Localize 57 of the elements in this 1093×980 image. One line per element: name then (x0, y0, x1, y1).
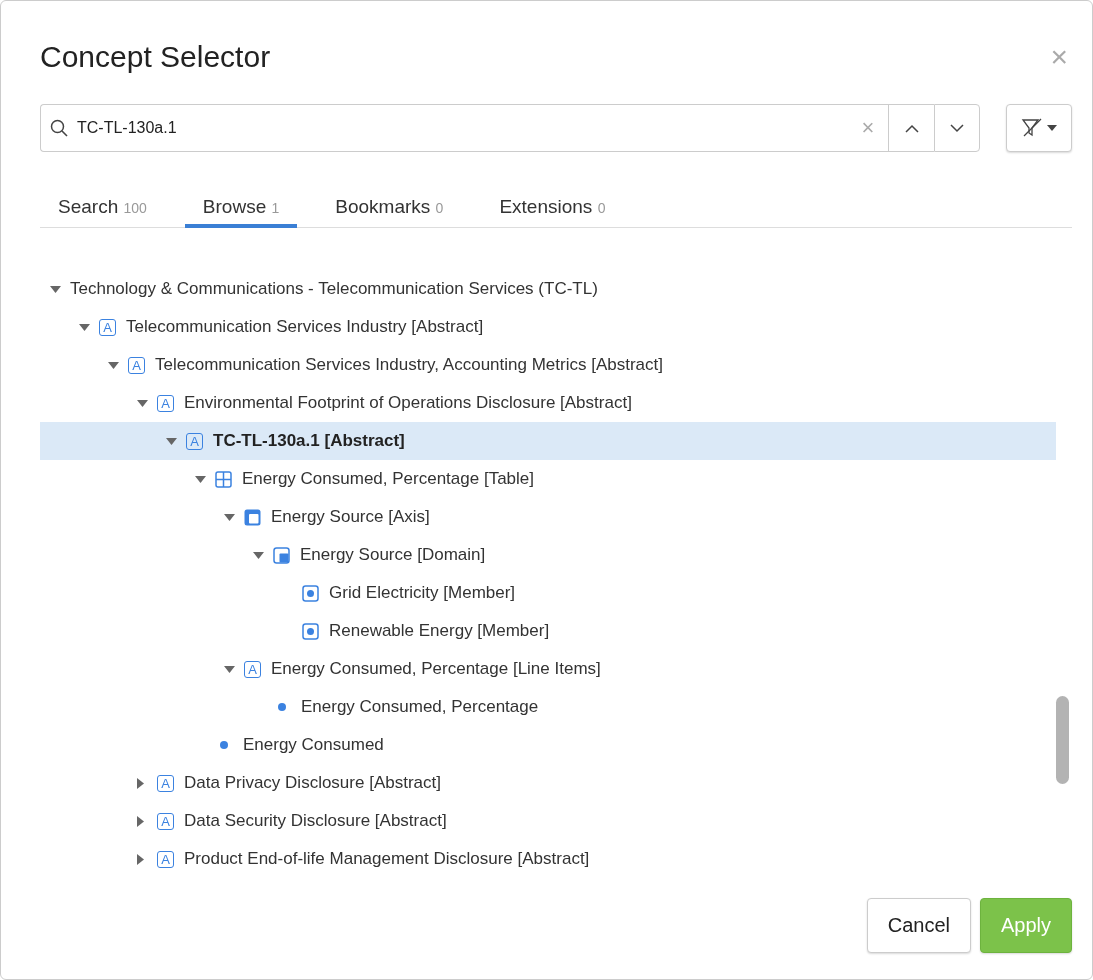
tab[interactable]: Extensions 0 (481, 190, 624, 228)
chevron-down-icon (950, 123, 964, 133)
search-field[interactable]: TC-TL-130a.1 (40, 104, 848, 152)
abstract-icon: A (128, 356, 145, 374)
abstract-icon: A (157, 850, 174, 868)
search-icon (50, 119, 68, 138)
collapse-triangle-icon[interactable] (195, 475, 206, 483)
bullet-icon (220, 741, 228, 749)
tree-row[interactable]: A Product End-of-life Management Disclosure [Abstract] (40, 840, 1056, 878)
scrollbar-thumb[interactable] (1056, 696, 1069, 784)
collapse-triangle-icon[interactable] (108, 361, 119, 369)
tab[interactable]: Search 100 (40, 190, 165, 228)
tree-row[interactable]: A Energy Consumed, Percentage [Line Items] (40, 650, 1056, 688)
filter-off-icon (1021, 118, 1043, 139)
expand-triangle-icon[interactable] (137, 853, 144, 865)
cancel-button[interactable]: Cancel (866, 898, 971, 953)
bullet-icon (278, 703, 286, 711)
tree-row[interactable]: A Telecommunication Services Industry, Accounting Metrics [Abstract] (40, 346, 1056, 384)
tree-row[interactable]: Energy Source [Axis] (40, 498, 1056, 536)
axis-icon (244, 508, 261, 526)
abstract-icon: A (244, 660, 261, 678)
collapse-triangle-icon[interactable] (224, 513, 235, 521)
collapse-triangle-icon[interactable] (253, 551, 264, 559)
tree-row[interactable]: Energy Consumed (40, 726, 1056, 764)
collapse-triangle-icon[interactable] (166, 437, 177, 445)
domain-icon (273, 546, 290, 564)
collapse-triangle-icon[interactable] (79, 323, 90, 331)
filter-button[interactable] (1006, 104, 1072, 152)
collapse-triangle-icon[interactable] (137, 399, 148, 407)
tab[interactable]: Bookmarks 0 (317, 190, 462, 228)
abstract-icon: A (157, 394, 174, 412)
abstract-icon: A (157, 812, 174, 830)
collapse-triangle-icon[interactable] (224, 665, 235, 673)
tree-row[interactable]: A Data Security Disclosure [Abstract] (40, 802, 1056, 840)
expand-triangle-icon[interactable] (137, 777, 144, 789)
tree-row[interactable]: Energy Consumed, Percentage (40, 688, 1056, 726)
tree-row[interactable]: A Data Privacy Disclosure [Abstract] (40, 764, 1056, 802)
abstract-icon: A (186, 432, 203, 450)
chevron-up-icon (904, 123, 919, 133)
tree-row[interactable]: Technology & Communications - Telecommunication Services (TC-TL) (40, 270, 1056, 308)
tree-row[interactable]: Energy Source [Domain] (40, 536, 1056, 574)
tree-row[interactable]: A TC-TL-130a.1 [Abstract] (40, 422, 1056, 460)
table-icon (215, 470, 232, 488)
collapse-triangle-icon[interactable] (50, 285, 61, 293)
member-icon (302, 622, 319, 640)
tree-row[interactable]: Energy Consumed, Percentage [Table] (40, 460, 1056, 498)
expand-triangle-icon[interactable] (137, 815, 144, 827)
dialog-title: Concept Selector (40, 39, 271, 74)
tree-row[interactable]: A Telecommunication Services Industry [Abstract] (40, 308, 1056, 346)
tab[interactable]: Browse 1 (184, 190, 298, 228)
tree-row[interactable]: Renewable Energy [Member] (40, 612, 1056, 650)
abstract-icon: A (99, 318, 116, 336)
tree-row[interactable]: Grid Electricity [Member] (40, 574, 1056, 612)
tree-row[interactable]: A Environmental Footprint of Operations Disclosure [Abstract] (40, 384, 1056, 422)
caret-icon (1047, 125, 1057, 132)
abstract-icon: A (157, 774, 174, 792)
member-icon (302, 584, 319, 602)
